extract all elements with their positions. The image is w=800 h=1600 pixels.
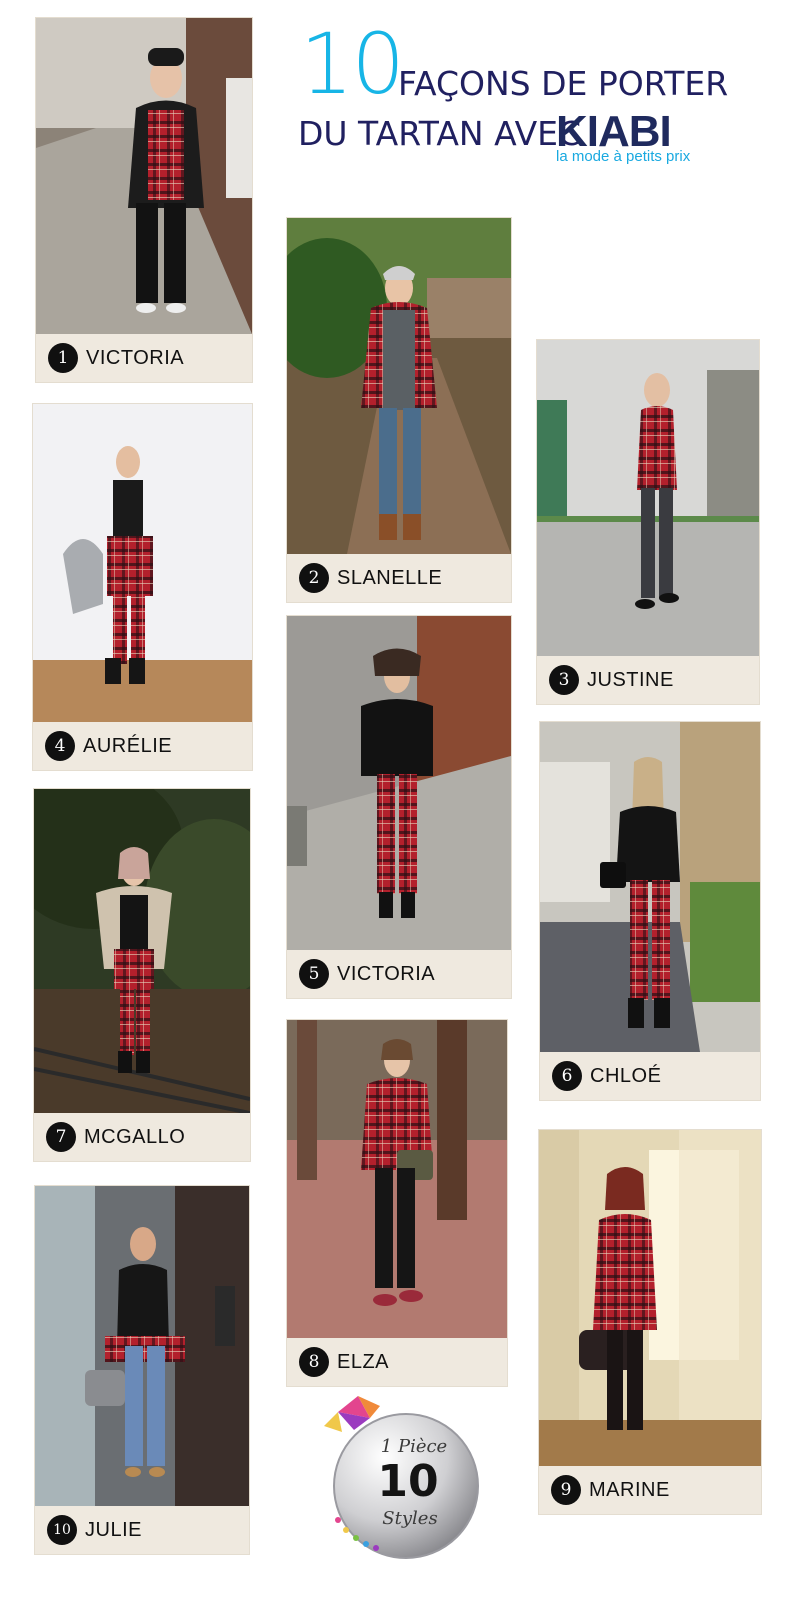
look-photo-6 [540,722,760,1052]
look-label-9: 9 MARINE [539,1466,761,1514]
look-label-6: 6 CHLOÉ [540,1052,760,1100]
look-label-8: 8 ELZA [287,1338,507,1386]
look-name: JULIE [85,1518,142,1541]
look-photo-3 [537,340,759,656]
look-name: SLANELLE [337,566,443,589]
seal-line-1: 1 Pièce [381,1436,447,1457]
look-name: MCGALLO [84,1125,186,1148]
title-line-2: DU TARTAN AVEC [298,114,582,153]
look-photo-10 [35,1186,249,1506]
seal-number: 10 [377,1456,438,1507]
look-card-9[interactable]: 9 MARINE [539,1130,761,1514]
look-card-4[interactable]: 4 AURÉLIE [33,404,252,770]
look-number-badge: 2 [299,563,329,593]
look-card-3[interactable]: 3 JUSTINE [537,340,759,704]
look-photo-4 [33,404,252,722]
look-card-10[interactable]: 10 JULIE [35,1186,249,1554]
look-number-badge: 1 [48,343,78,373]
look-photo-1 [36,18,252,334]
look-label-4: 4 AURÉLIE [33,722,252,770]
one-piece-ten-styles-seal: 1 Pièce 10 Styles [318,1392,484,1562]
look-name: MARINE [589,1478,670,1501]
look-label-3: 3 JUSTINE [537,656,759,704]
look-name: ELZA [337,1350,390,1373]
look-number-badge: 5 [299,959,329,989]
look-label-10: 10 JULIE [35,1506,249,1554]
look-card-1[interactable]: 1 VICTORIA [36,18,252,382]
look-label-7: 7 MCGALLO [34,1113,250,1161]
look-photo-5 [287,616,511,950]
title-number: 10 [300,15,405,113]
look-number-badge: 6 [552,1061,582,1091]
look-card-5[interactable]: 5 VICTORIA [287,616,511,998]
title-line-1: FAÇONS DE PORTER [398,64,729,103]
seal-line-2: Styles [382,1508,437,1529]
look-card-7[interactable]: 7 MCGALLO [34,789,250,1161]
kiabi-tagline: la mode à petits prix [556,148,691,165]
look-number-badge: 8 [299,1347,329,1377]
look-photo-2 [287,218,511,554]
look-number-badge: 3 [549,665,579,695]
look-name: VICTORIA [86,346,185,369]
look-number-badge: 7 [46,1122,76,1152]
look-label-1: 1 VICTORIA [36,334,252,382]
look-card-8[interactable]: 8 ELZA [287,1020,507,1386]
look-number-badge: 4 [45,731,75,761]
look-photo-7 [34,789,250,1113]
look-number-badge: 10 [47,1515,77,1545]
look-number-badge: 9 [551,1475,581,1505]
look-photo-8 [287,1020,507,1338]
look-name: CHLOÉ [590,1064,662,1087]
look-card-2[interactable]: 2 SLANELLE [287,218,511,602]
look-photo-9 [539,1130,761,1466]
look-label-2: 2 SLANELLE [287,554,511,602]
look-name: VICTORIA [337,962,436,985]
look-name: AURÉLIE [83,734,173,757]
look-label-5: 5 VICTORIA [287,950,511,998]
look-card-6[interactable]: 6 CHLOÉ [540,722,760,1100]
look-name: JUSTINE [587,668,674,691]
